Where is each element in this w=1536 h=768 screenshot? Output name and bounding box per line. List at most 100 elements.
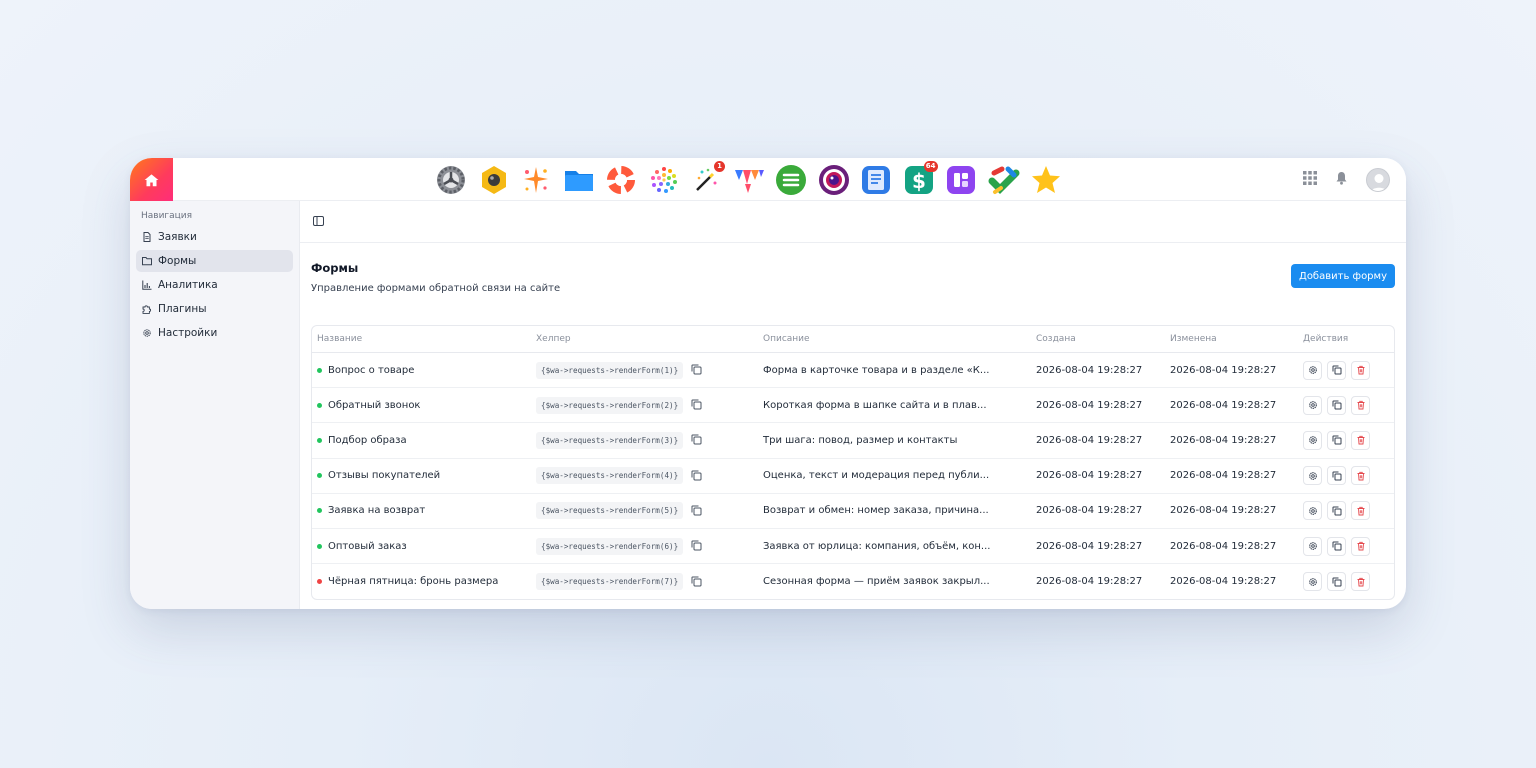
form-name[interactable]: Обратный звонок — [328, 400, 420, 411]
table-row[interactable]: Заявка на возврат {$wa->requests->render… — [312, 494, 1394, 529]
document-app-icon[interactable] — [860, 164, 892, 196]
gear-app-icon[interactable] — [435, 164, 467, 196]
page-title: Формы — [311, 261, 359, 275]
duplicate-button[interactable] — [1327, 360, 1346, 380]
helper-code[interactable]: {$wa->requests->renderForm(5)} — [536, 502, 684, 520]
gear-icon — [1308, 366, 1317, 374]
created-date: 2026-08-04 19:28:27 — [1036, 434, 1143, 446]
settings-button[interactable] — [1303, 430, 1322, 450]
star-app-icon[interactable] — [1030, 164, 1062, 196]
status-dot — [317, 473, 322, 479]
helper-code[interactable]: {$wa->requests->renderForm(4)} — [536, 467, 684, 485]
helper-code[interactable]: {$wa->requests->renderForm(2)} — [536, 396, 684, 414]
copy-icon[interactable] — [691, 364, 703, 376]
column-header-created[interactable]: Создана — [1031, 334, 1165, 344]
delete-button[interactable] — [1351, 466, 1370, 486]
delete-button[interactable] — [1351, 536, 1370, 556]
sidebar-item-forms[interactable]: Формы — [136, 250, 293, 272]
form-name[interactable]: Вопрос о товаре — [328, 365, 414, 376]
triangle-pennants-app-icon[interactable] — [733, 164, 765, 196]
settings-button[interactable] — [1303, 501, 1322, 521]
copy-icon[interactable] — [691, 399, 703, 411]
helper-code[interactable]: {$wa->requests->renderForm(7)} — [536, 573, 684, 591]
magic-wand-app-icon[interactable]: 1 — [690, 160, 725, 196]
content-toolbar — [300, 201, 1406, 243]
home-button[interactable] — [130, 158, 173, 201]
form-name-cell: Чёрная пятница: бронь размера — [312, 576, 531, 587]
table-row[interactable]: Вопрос о товаре {$wa->requests->renderFo… — [312, 353, 1394, 389]
column-header-updated[interactable]: Изменена — [1165, 334, 1298, 344]
camera-lens-app-icon[interactable] — [818, 164, 850, 196]
colorful-check-app-icon[interactable] — [988, 164, 1020, 196]
tablet-app-icon[interactable] — [945, 164, 977, 196]
bell-icon[interactable] — [1335, 170, 1348, 189]
copy-icon[interactable] — [691, 576, 703, 588]
form-name[interactable]: Отзывы покупателей — [328, 470, 440, 481]
copy-icon[interactable] — [691, 540, 703, 552]
status-dot — [317, 402, 322, 408]
sidebar-item-label: Плагины — [158, 303, 207, 315]
settings-button[interactable] — [1303, 360, 1322, 380]
add-form-button[interactable]: Добавить форму — [1291, 264, 1395, 288]
table-row[interactable]: Оптовый заказ {$wa->requests->renderForm… — [312, 529, 1394, 565]
apps-grid-icon[interactable] — [1303, 170, 1317, 189]
user-icon — [1370, 173, 1388, 191]
toggle-sidebar-button[interactable] — [310, 213, 326, 229]
delete-button[interactable] — [1351, 430, 1370, 450]
folder-app-icon[interactable] — [563, 164, 595, 196]
table-row[interactable]: Чёрная пятница: бронь размера {$wa->requ… — [312, 564, 1394, 599]
status-dot — [317, 579, 322, 585]
delete-button[interactable] — [1351, 395, 1370, 415]
dollar-app-icon[interactable]: $ 64 — [903, 160, 938, 196]
sparkle-app-icon[interactable] — [520, 164, 552, 196]
duplicate-button[interactable] — [1327, 501, 1346, 521]
copy-icon[interactable] — [691, 470, 703, 482]
form-name[interactable]: Подбор образа — [328, 435, 407, 446]
page-header: Формы Управление формами обратной связи … — [311, 261, 560, 294]
helper-code[interactable]: {$wa->requests->renderForm(1)} — [536, 361, 684, 379]
settings-button[interactable] — [1303, 466, 1322, 486]
table-row[interactable]: Обратный звонок {$wa->requests->renderFo… — [312, 388, 1394, 424]
lifebuoy-app-icon[interactable] — [605, 164, 637, 196]
row-actions — [1298, 466, 1394, 486]
updated-date: 2026-08-04 19:28:27 — [1170, 540, 1277, 552]
duplicate-button[interactable] — [1327, 466, 1346, 486]
avatar[interactable] — [1366, 167, 1390, 192]
status-dot — [317, 437, 322, 443]
helper-code[interactable]: {$wa->requests->renderForm(6)} — [536, 537, 684, 555]
duplicate-button[interactable] — [1327, 572, 1346, 592]
updated-date: 2026-08-04 19:28:27 — [1170, 399, 1277, 411]
column-header-description[interactable]: Описание — [758, 334, 1031, 344]
form-name-cell: Подбор образа — [312, 435, 531, 446]
table-row[interactable]: Подбор образа {$wa->requests->renderForm… — [312, 423, 1394, 459]
form-name[interactable]: Чёрная пятница: бронь размера — [328, 576, 498, 587]
hexagon-camera-app-icon[interactable] — [478, 164, 510, 196]
delete-button[interactable] — [1351, 501, 1370, 521]
sidebar-item-plugins[interactable]: Плагины — [136, 298, 293, 320]
page-subtitle: Управление формами обратной связи на сай… — [311, 283, 561, 294]
delete-button[interactable] — [1351, 360, 1370, 380]
table-row[interactable]: Отзывы покупателей {$wa->requests->rende… — [312, 459, 1394, 494]
settings-button[interactable] — [1303, 395, 1322, 415]
column-header-helper[interactable]: Хелпер — [531, 334, 758, 344]
copy-icon[interactable] — [691, 505, 703, 517]
copy-icon[interactable] — [691, 434, 703, 446]
duplicate-button[interactable] — [1327, 395, 1346, 415]
duplicate-icon — [1332, 400, 1341, 410]
sidebar-item-requests[interactable]: Заявки — [136, 226, 293, 248]
duplicate-button[interactable] — [1327, 430, 1346, 450]
column-header-name[interactable]: Название — [312, 334, 531, 344]
duplicate-icon — [1332, 471, 1341, 481]
duplicate-button[interactable] — [1327, 536, 1346, 556]
form-name[interactable]: Заявка на возврат — [328, 505, 425, 516]
menu-circle-app-icon[interactable] — [775, 164, 807, 196]
form-description: Сезонная форма — приём заявок закрыл... — [763, 576, 990, 588]
delete-button[interactable] — [1351, 572, 1370, 592]
settings-button[interactable] — [1303, 572, 1322, 592]
helper-code[interactable]: {$wa->requests->renderForm(3)} — [536, 431, 684, 449]
dots-circle-app-icon[interactable] — [648, 164, 680, 196]
form-name[interactable]: Оптовый заказ — [328, 541, 407, 552]
settings-button[interactable] — [1303, 536, 1322, 556]
sidebar-item-analytics[interactable]: Аналитика — [136, 274, 293, 296]
sidebar-item-settings[interactable]: Настройки — [136, 322, 293, 344]
